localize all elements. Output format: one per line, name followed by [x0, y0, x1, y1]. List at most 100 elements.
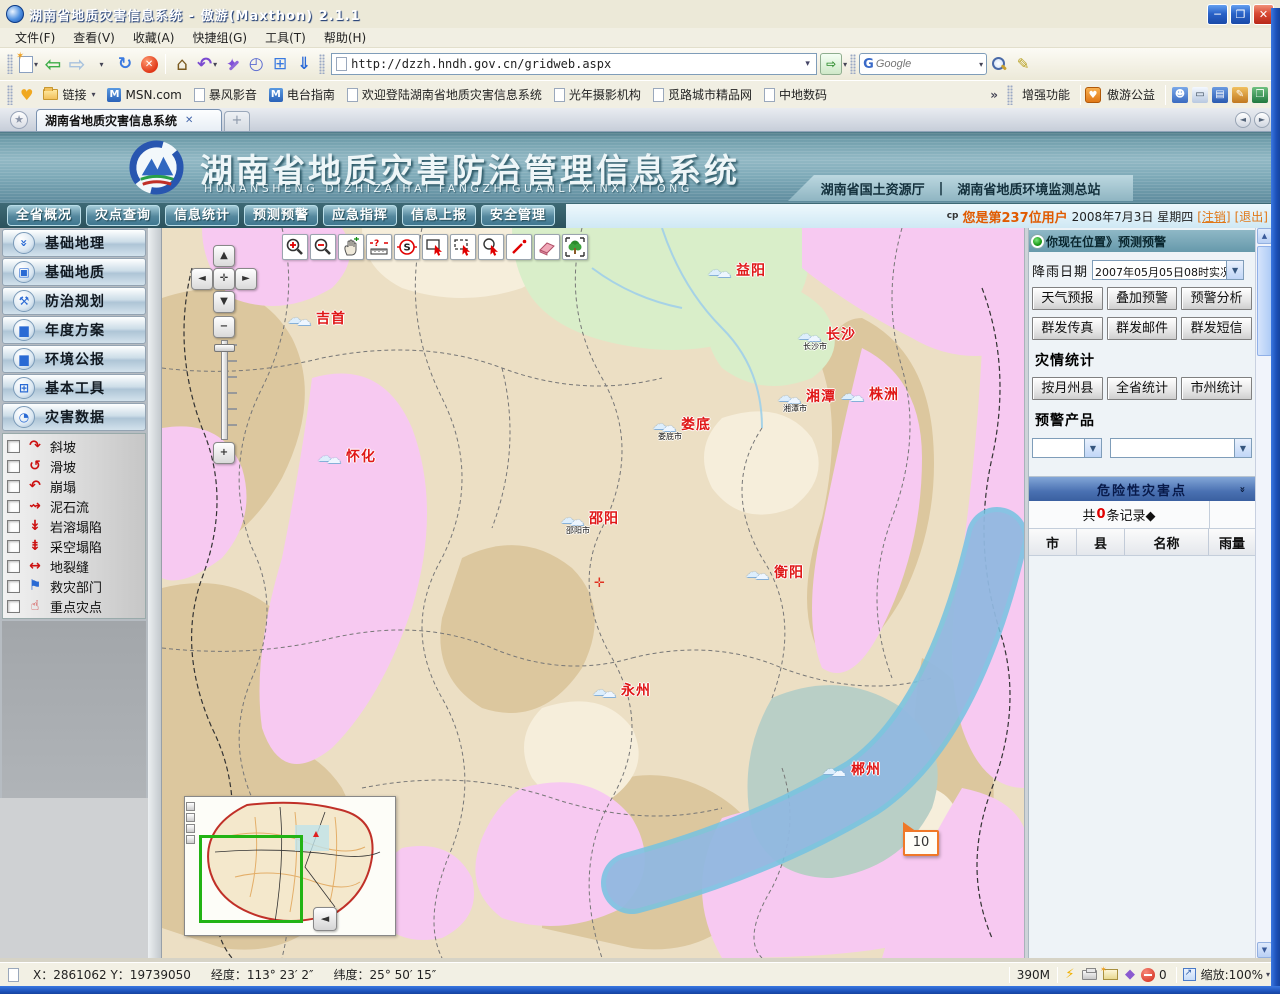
panel-button-群发邮件[interactable]: 群发邮件 — [1107, 317, 1178, 340]
layer-checkbox[interactable] — [7, 560, 20, 573]
city-marker[interactable]: ☁☁永州 — [592, 680, 651, 700]
panel-button-群发短信[interactable]: 群发短信 — [1181, 317, 1252, 340]
map-tool-measure-button[interactable]: ? — [366, 234, 392, 260]
layer-checkbox[interactable] — [7, 500, 20, 513]
magic-fill-button[interactable]: ✦ — [220, 52, 244, 76]
map-tool-select-circle-button[interactable] — [478, 234, 504, 260]
danger-panel-header[interactable]: 危险性灾害点 » — [1029, 477, 1255, 501]
bookmark-item[interactable]: M电台指南 — [263, 84, 341, 105]
avatar-plugin-icon[interactable]: ☻ — [1172, 87, 1188, 103]
city-marker[interactable]: ☁☁吉首 — [287, 308, 346, 328]
maxthon-shield-icon[interactable]: ♥ — [1085, 87, 1101, 103]
menu-item[interactable]: 收藏(A) — [124, 27, 184, 48]
tab-close-icon[interactable]: ✕ — [185, 115, 193, 126]
pan-right-button[interactable]: ► — [235, 268, 257, 290]
layer-checkbox[interactable] — [7, 460, 20, 473]
product-select-2[interactable]: ▼ — [1110, 438, 1252, 458]
url-dropdown-icon[interactable]: ▾ — [799, 54, 816, 74]
scroll-thumb[interactable] — [1257, 246, 1272, 356]
zoom-dropdown-icon[interactable]: ▾ — [1266, 970, 1270, 979]
city-marker[interactable]: ☁☁株洲 — [840, 384, 899, 404]
bookmarks-grip[interactable] — [7, 85, 13, 105]
new-page-button[interactable]: ▾ — [16, 52, 41, 76]
zoom-level[interactable]: 缩放:100% — [1199, 966, 1265, 983]
go-button[interactable]: ⇨ — [820, 53, 842, 75]
sidebar-button[interactable]: ▆年度方案 — [2, 316, 146, 344]
zoom-slider-track[interactable] — [221, 340, 228, 440]
toolbar-grip[interactable] — [850, 54, 856, 74]
bookmark-item[interactable]: 暴风影音 — [188, 84, 263, 105]
map-tool-eraser-button[interactable] — [534, 234, 560, 260]
bookmark-item[interactable]: MMSN.com — [101, 86, 187, 104]
panel-button-群发传真[interactable]: 群发传真 — [1032, 317, 1103, 340]
download-button[interactable]: ⇓ — [292, 52, 316, 76]
bookmark-extras[interactable]: 增强功能 — [1016, 84, 1076, 105]
undo-button[interactable]: ↶▾ — [194, 52, 220, 76]
panel-button-天气预报[interactable]: 天气预报 — [1032, 287, 1103, 310]
rain-date-select[interactable]: 2007年05月05日08时实况 ▼ — [1092, 260, 1244, 280]
minimize-button[interactable]: ─ — [1207, 4, 1228, 25]
pan-up-button[interactable]: ▲ — [213, 245, 235, 267]
city-marker[interactable]: ☁☁邵阳邵阳市 — [560, 508, 619, 528]
bookmarks-grip[interactable] — [1007, 85, 1013, 105]
map-tool-select-rect-button[interactable] — [422, 234, 448, 260]
panel-button-叠加预警[interactable]: 叠加预警 — [1107, 287, 1178, 310]
sidebar-button[interactable]: ▆环境公报 — [2, 345, 146, 373]
layer-checkbox[interactable] — [7, 580, 20, 593]
history-button[interactable]: ◴ — [244, 52, 268, 76]
menu-item[interactable]: 工具(T) — [256, 27, 315, 48]
layer-checkbox[interactable] — [7, 520, 20, 533]
map-tool-draw-point-button[interactable] — [506, 234, 532, 260]
overview-controls[interactable] — [186, 802, 195, 844]
highlight-button[interactable]: ✎ — [1011, 52, 1035, 76]
window-plugin-icon[interactable]: ▭ — [1192, 87, 1208, 103]
toolbar-grip[interactable] — [319, 54, 325, 74]
exit-link[interactable]: [退出] — [1235, 208, 1268, 225]
sidebar-button[interactable]: »基础地理 — [2, 229, 146, 257]
city-marker[interactable]: ☁☁郴州 — [822, 759, 881, 779]
scroll-down-button[interactable]: ▼ — [1257, 942, 1272, 958]
boost-icon[interactable]: ⚡ — [1061, 967, 1079, 982]
map-tool-full-extent-button[interactable] — [562, 234, 588, 260]
city-marker[interactable]: ☁☁湘潭湘潭市 — [777, 386, 836, 406]
overview-collapse-button[interactable]: ◄ — [313, 907, 337, 931]
bookmark-item[interactable]: 链接▾ — [37, 84, 101, 105]
map-tool-pan-button[interactable] — [338, 234, 364, 260]
map-viewport[interactable]: ?S ▲ ◄ ✛ ► ▼ − + ☁☁吉首☁☁益阳☁☁长沙长沙市☁☁湘潭湘潭市☁… — [162, 228, 1024, 958]
nav-tab-全省概况[interactable]: 全省概况 — [7, 205, 81, 226]
panel-button-按月州县[interactable]: 按月州县 — [1032, 377, 1103, 400]
nav-tab-信息统计[interactable]: 信息统计 — [165, 205, 239, 226]
menu-item[interactable]: 帮助(H) — [315, 27, 375, 48]
logout-link[interactable]: [注销] — [1197, 208, 1230, 225]
link-land-resources[interactable]: 湖南省国土资源厅 — [821, 179, 925, 198]
zoom-out-step-button[interactable]: − — [213, 316, 235, 338]
new-tab-button[interactable]: + — [224, 111, 250, 131]
refresh-button[interactable]: ↻ — [113, 52, 137, 76]
bookmarks-overflow-button[interactable]: » — [984, 88, 1004, 102]
sidebar-button[interactable]: ⊞基本工具 — [2, 374, 146, 402]
tab-star-button[interactable]: ★ — [10, 111, 28, 129]
search-dropdown-icon[interactable]: ▾ — [979, 60, 983, 69]
select-arrow-icon[interactable]: ▼ — [1084, 439, 1101, 457]
rain-flag-marker[interactable]: 10 — [903, 830, 939, 856]
bookmark-item[interactable]: 中地数码 — [758, 84, 833, 105]
back-button[interactable]: ⇦ — [41, 52, 65, 76]
vertical-scrollbar[interactable]: ▲ ▼ — [1255, 228, 1272, 958]
panel-button-市州统计[interactable]: 市州统计 — [1181, 377, 1252, 400]
city-marker[interactable]: ☁☁怀化 — [317, 446, 376, 466]
sidebar-splitter[interactable] — [148, 228, 162, 958]
nav-tab-灾点查询[interactable]: 灾点查询 — [86, 205, 160, 226]
url-input[interactable] — [351, 57, 799, 71]
zoom-slider-handle[interactable] — [214, 344, 235, 352]
home-button[interactable]: ⌂ — [170, 52, 194, 76]
forward-button[interactable]: ⇨ — [65, 52, 89, 76]
stop-button[interactable]: ✕ — [137, 52, 161, 76]
popup-filter-icon[interactable] — [1103, 969, 1118, 980]
printer-icon[interactable] — [1082, 970, 1097, 980]
popup-blocker-icon[interactable] — [1141, 968, 1155, 982]
menu-item[interactable]: 快捷组(G) — [183, 27, 256, 48]
tab-scroll-left-button[interactable]: ◄ — [1235, 112, 1251, 128]
history-dropdown-button[interactable]: ▾ — [89, 52, 113, 76]
proxy-button[interactable]: ⊞ — [268, 52, 292, 76]
maximize-button[interactable]: ❐ — [1230, 4, 1251, 25]
